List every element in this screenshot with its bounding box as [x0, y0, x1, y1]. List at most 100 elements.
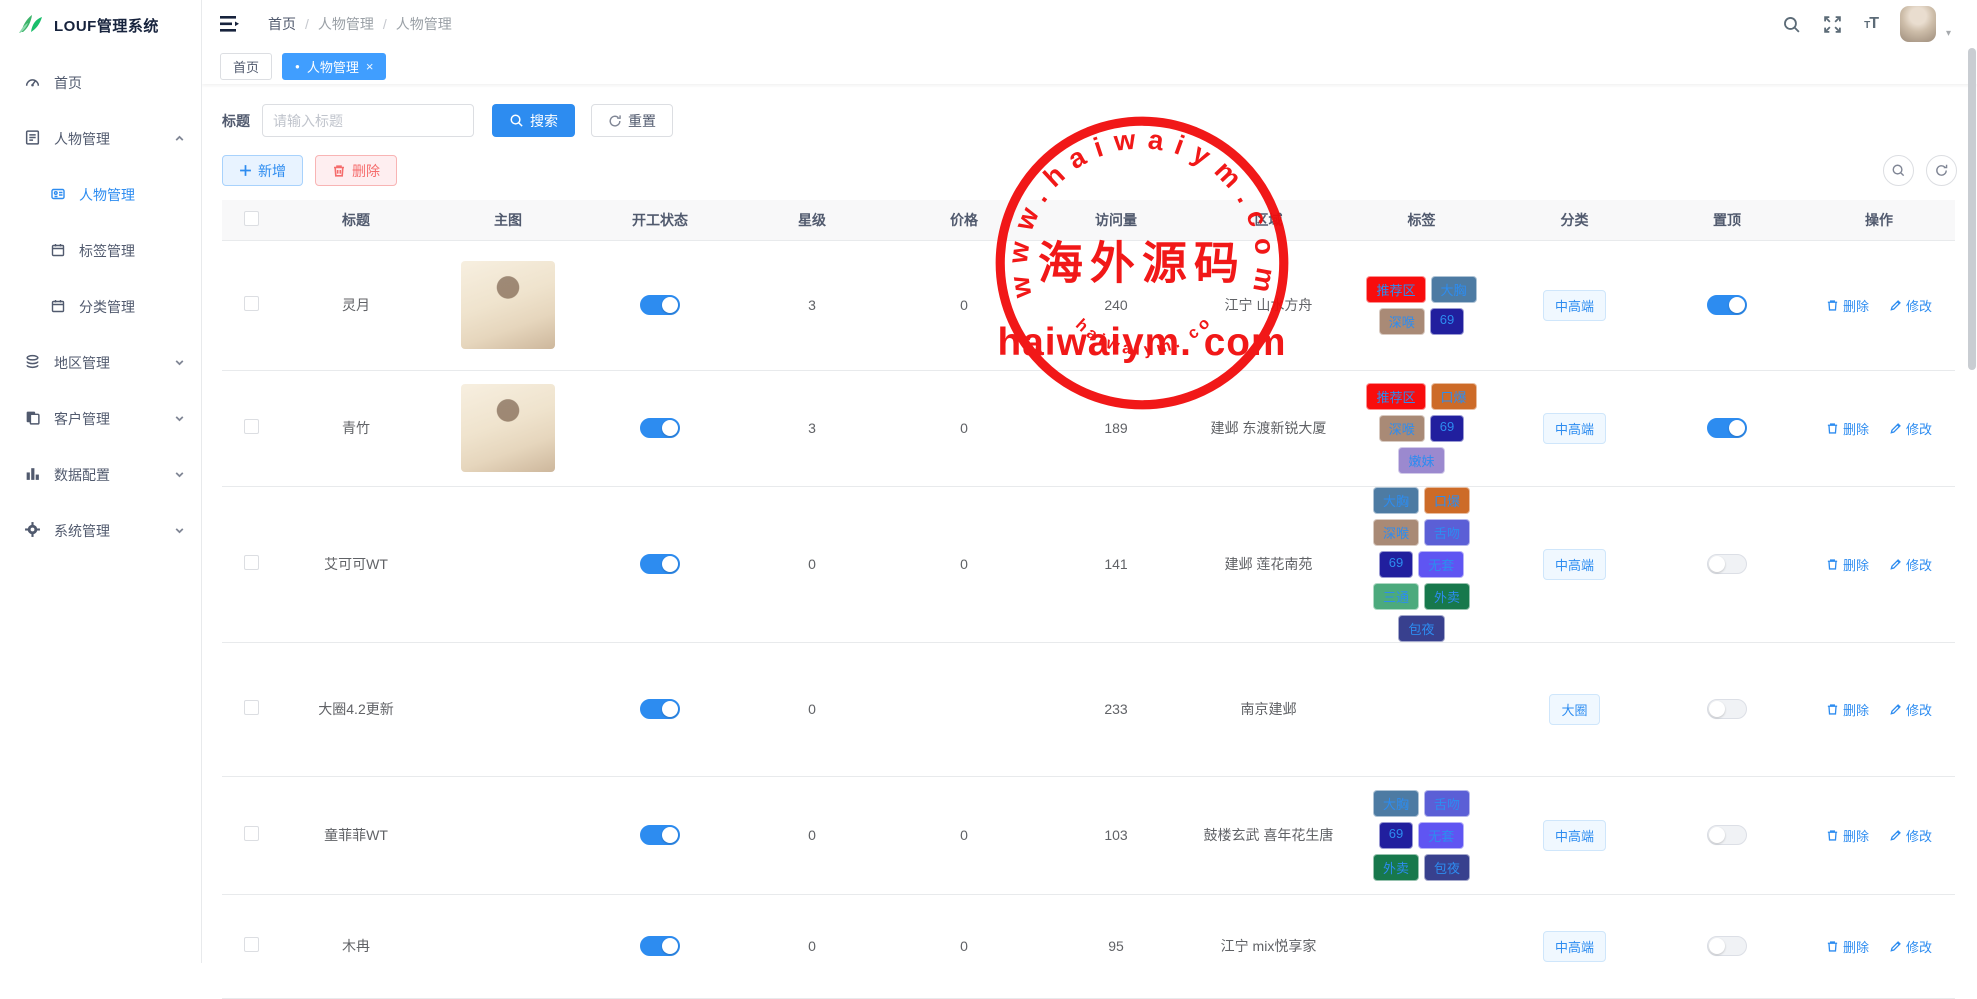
col-category: 分类: [1498, 200, 1651, 240]
delete-button[interactable]: 删除: [315, 155, 397, 186]
top-toggle[interactable]: [1707, 825, 1747, 845]
toggle-search-button[interactable]: [1883, 155, 1914, 186]
top-toggle[interactable]: [1707, 936, 1747, 956]
sidebar-item-data-config[interactable]: 数据配置: [0, 450, 201, 500]
app-logo: LOUF管理系统: [0, 0, 201, 50]
row-delete-link[interactable]: 删除: [1826, 700, 1869, 719]
refresh-button[interactable]: [1926, 155, 1957, 186]
status-toggle[interactable]: [640, 699, 680, 719]
breadcrumb-item[interactable]: 人物管理: [396, 14, 452, 34]
font-size-icon[interactable]: TT: [1864, 15, 1878, 33]
dashboard-icon: [24, 73, 41, 93]
row-modify-link[interactable]: 修改: [1889, 700, 1932, 719]
select-all-checkbox[interactable]: [244, 211, 259, 226]
fullscreen-icon[interactable]: [1823, 15, 1842, 34]
row-delete-link[interactable]: 删除: [1826, 555, 1869, 574]
row-visits: 95: [1040, 894, 1192, 998]
tag-badge: 包夜: [1398, 615, 1444, 642]
row-modify-label: 修改: [1906, 826, 1932, 845]
title-search-input[interactable]: [262, 104, 474, 137]
tab-label: 首页: [233, 57, 259, 76]
vertical-scrollbar[interactable]: [1968, 48, 1976, 370]
row-modify-label: 修改: [1906, 296, 1932, 315]
breadcrumb-item[interactable]: 人物管理: [318, 14, 374, 34]
row-delete-label: 删除: [1843, 555, 1869, 574]
sidebar-item-home[interactable]: 首页: [0, 58, 201, 108]
avatar-caret-icon[interactable]: ▾: [1946, 28, 1951, 39]
row-visits: 103: [1040, 776, 1192, 894]
row-category-badge: 大圈: [1549, 694, 1599, 725]
row-title: 艾可可WT: [280, 486, 432, 642]
sidebar-item-label: 人物管理: [79, 185, 185, 205]
col-star: 星级: [736, 200, 888, 240]
row-delete-link[interactable]: 删除: [1826, 296, 1869, 315]
top-toggle[interactable]: [1707, 554, 1747, 574]
sidebar-item-label: 标签管理: [79, 241, 185, 261]
chevron-down-icon: [174, 467, 185, 483]
status-toggle[interactable]: [640, 295, 680, 315]
add-button[interactable]: 新增: [222, 155, 303, 186]
tag-badge: 深喉: [1379, 415, 1425, 442]
chevron-down-icon: [174, 355, 185, 371]
row-checkbox[interactable]: [244, 826, 259, 841]
breadcrumb-separator: /: [383, 16, 387, 32]
row-modify-label: 修改: [1906, 555, 1932, 574]
table-row: 木冉 0 0 95 江宁 mix悦享家 中高端 删除 修改: [222, 894, 1955, 998]
row-tags: 大胸舌吻69无套外卖包夜: [1358, 790, 1486, 881]
top-toggle[interactable]: [1707, 295, 1747, 315]
tab-person-mgmt[interactable]: ● 人物管理 ×: [282, 53, 386, 80]
row-modify-link[interactable]: 修改: [1889, 419, 1932, 438]
row-modify-link[interactable]: 修改: [1889, 826, 1932, 845]
row-checkbox[interactable]: [244, 296, 259, 311]
row-checkbox[interactable]: [244, 700, 259, 715]
person-table: 标题 主图 开工状态 星级 价格 访问量 区域 标签 分类 置顶 操作 灵月 3…: [222, 200, 1955, 999]
sidebar-item-person-mgmt[interactable]: 人物管理: [0, 114, 201, 164]
sidebar-subitem-tag-mgmt[interactable]: 标签管理: [0, 226, 201, 276]
row-delete-link[interactable]: 删除: [1826, 826, 1869, 845]
tab-close-icon[interactable]: ×: [366, 59, 374, 74]
status-toggle[interactable]: [640, 418, 680, 438]
top-toggle[interactable]: [1707, 699, 1747, 719]
active-dot-icon: ●: [295, 62, 300, 71]
row-star: 3: [736, 370, 888, 486]
reset-button[interactable]: 重置: [591, 104, 673, 137]
sidebar-item-region-mgmt[interactable]: 地区管理: [0, 338, 201, 388]
tag-badge: 口爆: [1424, 487, 1470, 514]
row-modify-link[interactable]: 修改: [1889, 555, 1932, 574]
row-star: 0: [736, 776, 888, 894]
row-visits: 240: [1040, 240, 1192, 370]
search-icon[interactable]: [1782, 15, 1801, 34]
status-toggle[interactable]: [640, 554, 680, 574]
user-avatar[interactable]: [1900, 6, 1936, 42]
sidebar-subitem-person-mgmt[interactable]: 人物管理: [0, 170, 201, 220]
row-checkbox[interactable]: [244, 937, 259, 952]
status-toggle[interactable]: [640, 825, 680, 845]
main-area: 首页 / 人物管理 / 人物管理 TT ▾ 首页 ● 人物管理 ×: [202, 0, 1977, 963]
row-price: 0: [888, 776, 1040, 894]
row-delete-link[interactable]: 删除: [1826, 937, 1869, 956]
sidebar-item-system-mgmt[interactable]: 系统管理: [0, 506, 201, 556]
status-toggle[interactable]: [640, 936, 680, 956]
col-region: 区域: [1192, 200, 1345, 240]
row-region: 江宁 mix悦享家: [1192, 894, 1345, 998]
table-header-row: 标题 主图 开工状态 星级 价格 访问量 区域 标签 分类 置顶 操作: [222, 200, 1955, 240]
search-button[interactable]: 搜索: [492, 104, 575, 137]
tab-home[interactable]: 首页: [220, 53, 272, 80]
col-visits: 访问量: [1040, 200, 1192, 240]
row-checkbox[interactable]: [244, 419, 259, 434]
copy-files-icon: [24, 409, 41, 429]
sidebar-subitem-category-mgmt[interactable]: 分类管理: [0, 282, 201, 332]
row-delete-link[interactable]: 删除: [1826, 419, 1869, 438]
menu-collapse-icon[interactable]: [220, 15, 242, 33]
breadcrumb-item[interactable]: 首页: [268, 14, 296, 34]
tag-badge: 舌吻: [1424, 790, 1470, 817]
row-checkbox[interactable]: [244, 555, 259, 570]
row-title: 木冉: [280, 894, 432, 998]
sidebar-item-customer-mgmt[interactable]: 客户管理: [0, 394, 201, 444]
row-modify-link[interactable]: 修改: [1889, 296, 1932, 315]
top-toggle[interactable]: [1707, 418, 1747, 438]
row-region: 建邺 东渡新锐大厦: [1192, 370, 1345, 486]
tag-badge: 69: [1430, 308, 1464, 335]
logo-leaf-icon: [18, 12, 45, 39]
row-modify-link[interactable]: 修改: [1889, 937, 1932, 956]
